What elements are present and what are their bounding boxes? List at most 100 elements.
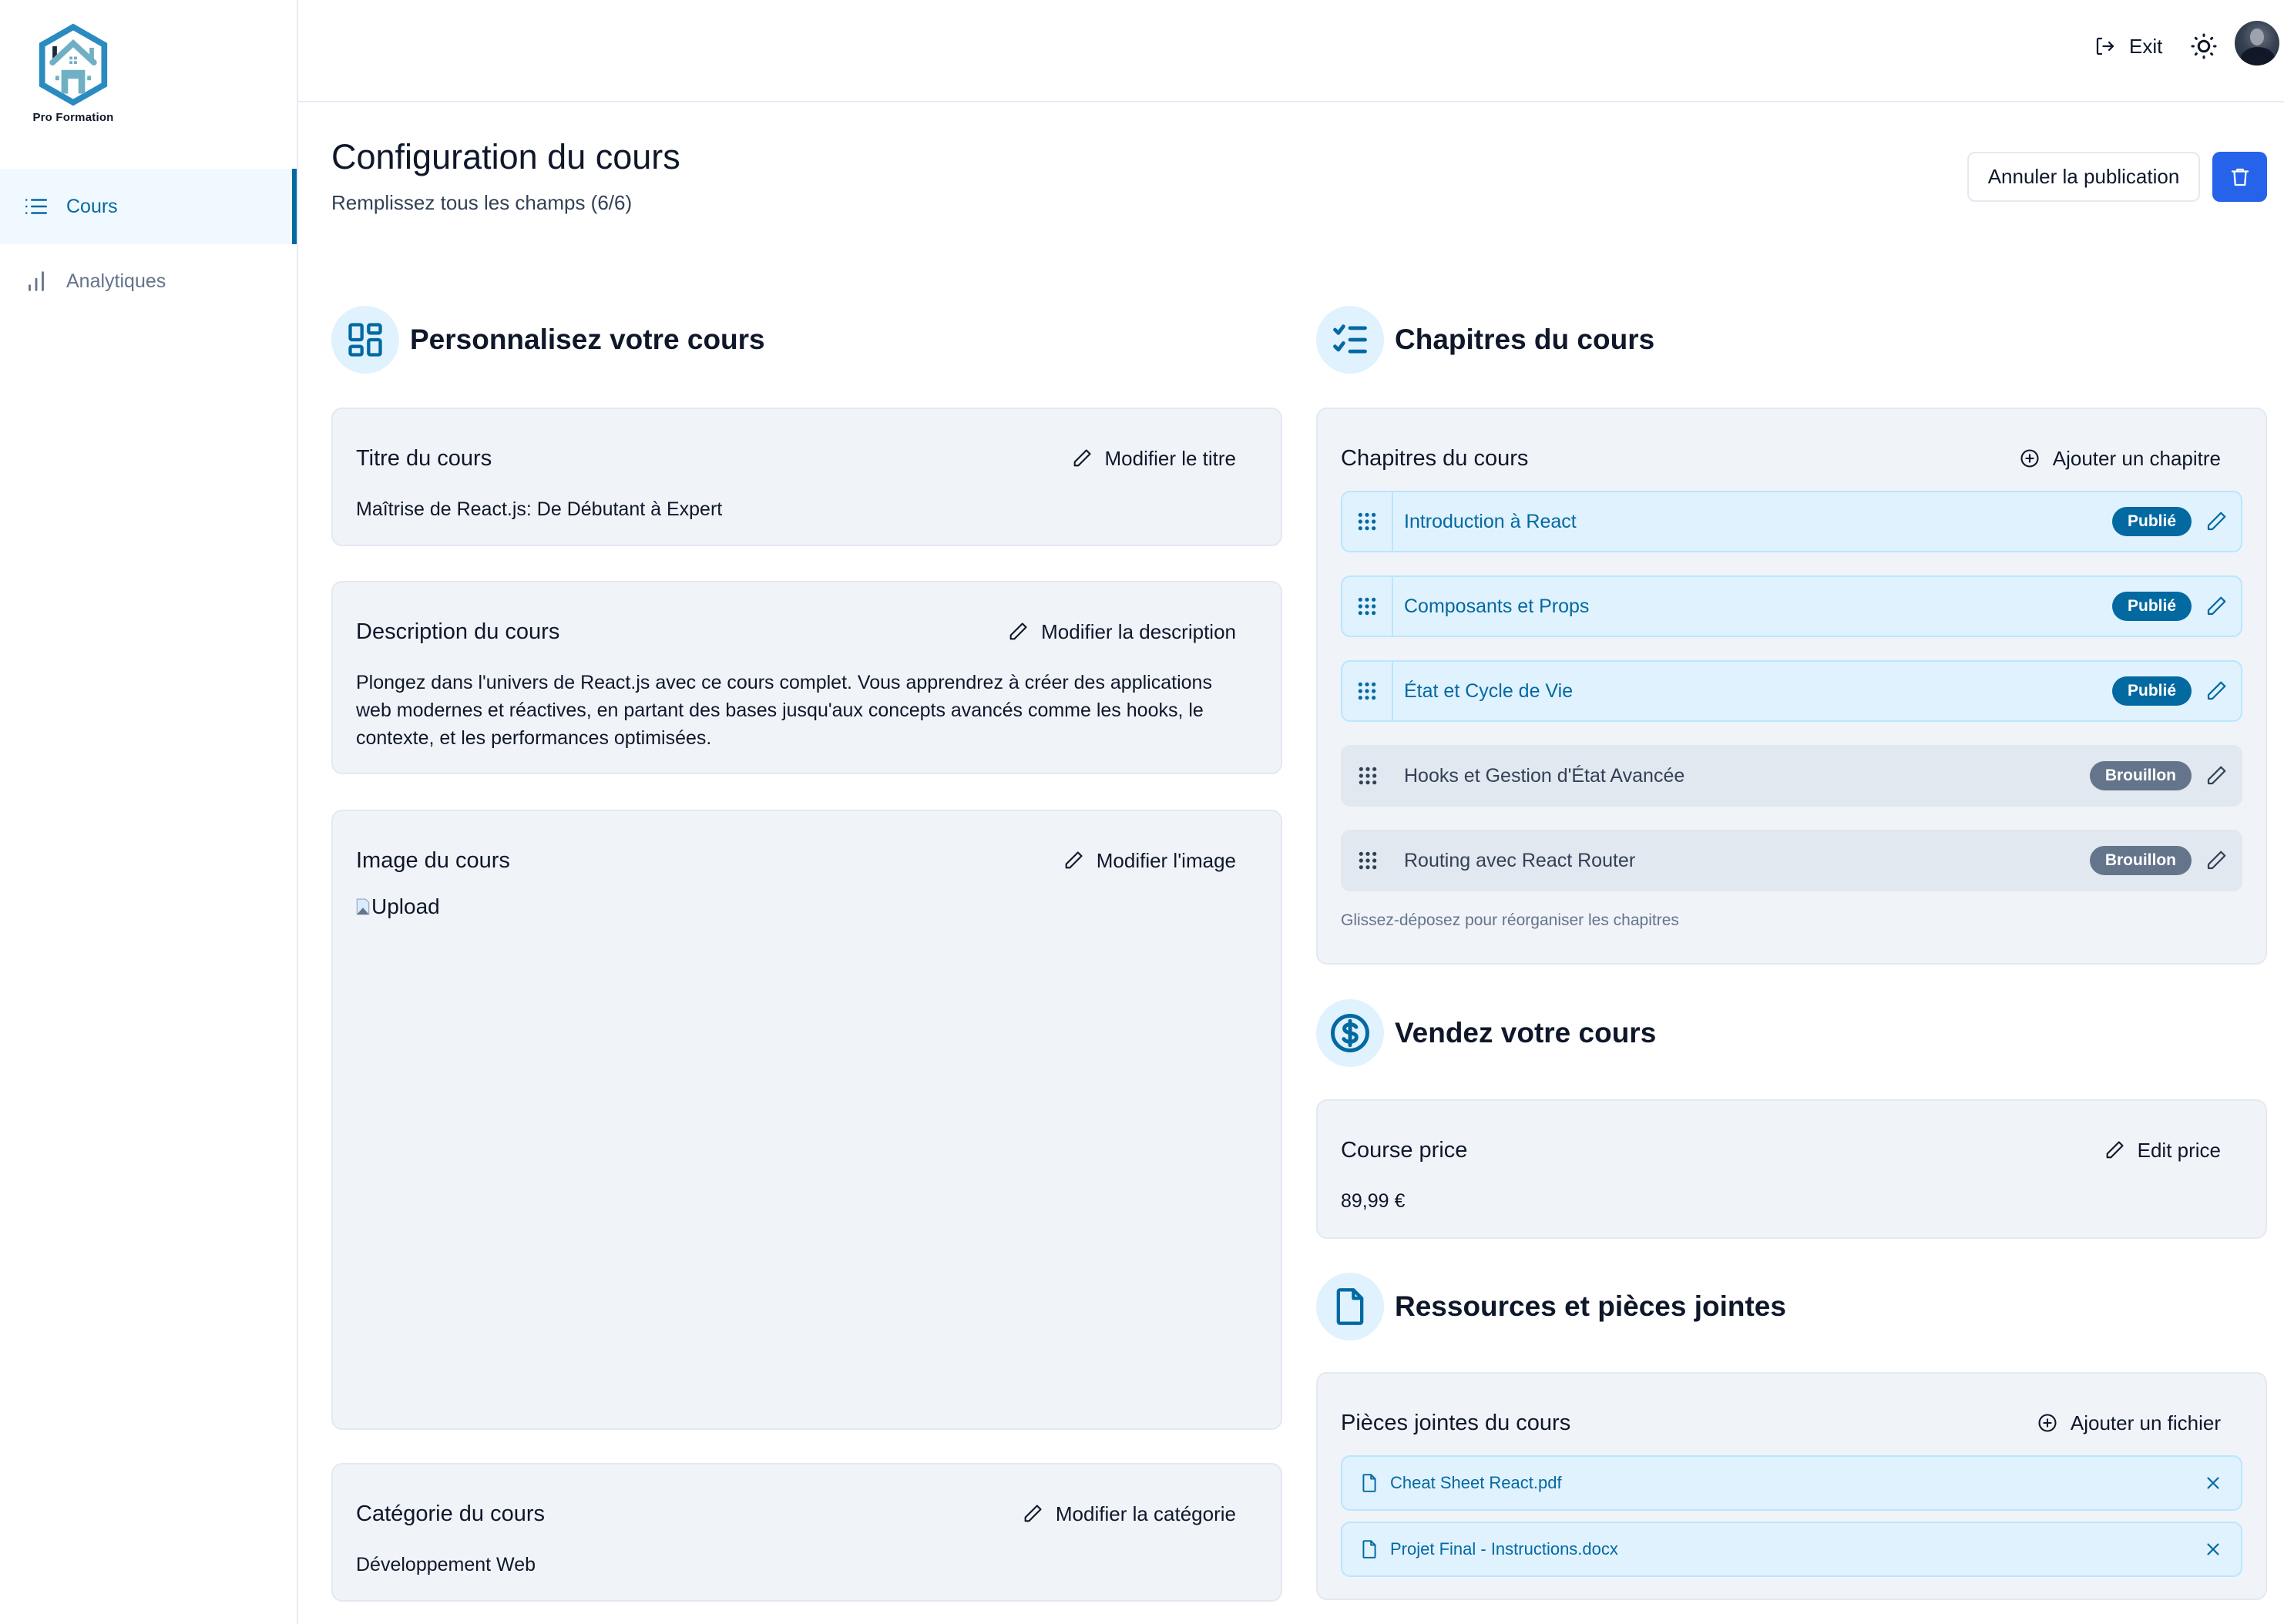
chapter-row[interactable]: État et Cycle de Vie Publié xyxy=(1341,660,2242,722)
broken-image-icon xyxy=(356,898,370,915)
attachment-row[interactable]: Cheat Sheet React.pdf xyxy=(1341,1455,2242,1511)
card-title: Chapitres du cours xyxy=(1341,445,1529,471)
exit-label: Exit xyxy=(2129,34,2163,58)
grip-icon xyxy=(1359,767,1377,785)
sidebar-item-analytiques[interactable]: Analytiques xyxy=(0,243,297,319)
topbar xyxy=(298,0,2284,102)
edit-chapter-button[interactable] xyxy=(2202,762,2230,790)
edit-chapter-button[interactable] xyxy=(2202,847,2230,874)
page-title: Configuration du cours xyxy=(331,137,680,176)
category-card: Catégorie du cours Modifier la catégorie… xyxy=(331,1463,1282,1602)
edit-chapter-button[interactable] xyxy=(2202,677,2230,705)
course-title-value: Maîtrise de React.js: De Débutant à Expe… xyxy=(356,498,723,520)
pencil-icon xyxy=(1024,1505,1042,1522)
action-label: Modifier la catégorie xyxy=(1055,1502,1236,1525)
attachment-row[interactable]: Projet Final - Instructions.docx xyxy=(1341,1522,2242,1577)
grip-icon xyxy=(1358,682,1376,700)
add-chapter-button[interactable]: Ajouter un chapitre xyxy=(2019,447,2242,471)
course-image: Upload xyxy=(356,894,1258,919)
edit-chapter-button[interactable] xyxy=(2202,592,2230,620)
delete-course-button[interactable] xyxy=(2212,152,2267,202)
section-title: Personnalisez votre cours xyxy=(410,324,765,355)
pencil-icon xyxy=(2207,851,2226,870)
unpublish-button[interactable]: Annuler la publication xyxy=(1967,152,2200,202)
edit-chapter-button[interactable] xyxy=(2202,508,2230,535)
price-card: Course price Edit price 89,99 € xyxy=(1316,1099,2267,1239)
price-value: 89,99 € xyxy=(1341,1190,1406,1212)
card-title: Description du cours xyxy=(356,619,560,644)
edit-category-button[interactable]: Modifier la catégorie xyxy=(1022,1502,1258,1526)
status-badge: Publié xyxy=(2111,592,2192,621)
layout-dashboard-icon xyxy=(331,306,399,374)
chapter-list: Introduction à React Publié Composants et … xyxy=(1341,491,2242,891)
drag-handle[interactable] xyxy=(1342,577,1393,636)
section-title: Chapitres du cours xyxy=(1395,324,1655,355)
circle-dollar-icon xyxy=(1316,999,1384,1067)
sidebar-item-cours[interactable]: Cours xyxy=(0,169,297,244)
file-icon xyxy=(1362,1540,1376,1559)
edit-title-button[interactable]: Modifier le titre xyxy=(1071,447,1258,471)
section-header: Personnalisez votre cours xyxy=(331,306,1282,374)
brand-name: Pro Formation xyxy=(32,111,114,124)
close-icon xyxy=(2207,1477,2219,1489)
chapter-title[interactable]: Hooks et Gestion d'État Avancée xyxy=(1393,765,2090,787)
sun-icon xyxy=(2191,33,2217,59)
drag-handle[interactable] xyxy=(1342,831,1393,890)
drag-handle[interactable] xyxy=(1342,492,1393,551)
card-title: Catégorie du cours xyxy=(356,1501,546,1526)
chapter-title[interactable]: État et Cycle de Vie xyxy=(1393,680,2112,703)
grip-icon xyxy=(1359,851,1377,870)
attachment-name[interactable]: Cheat Sheet React.pdf xyxy=(1390,1473,2201,1493)
house-logo-icon xyxy=(39,23,108,106)
theme-toggle[interactable] xyxy=(2188,31,2219,62)
avatar-body xyxy=(2241,47,2275,65)
title-card: Titre du cours Modifier le titre Maîtris… xyxy=(331,408,1282,546)
plus-circle-icon xyxy=(2038,1414,2057,1432)
pencil-icon xyxy=(2207,596,2226,616)
drag-handle[interactable] xyxy=(1342,747,1393,805)
description-card: Description du cours Modifier la descrip… xyxy=(331,581,1282,774)
chapter-title[interactable]: Introduction à React xyxy=(1393,511,2112,533)
chapter-title[interactable]: Routing avec React Router xyxy=(1393,850,2090,872)
remove-attachment-button[interactable] xyxy=(2201,1471,2225,1495)
attachment-name[interactable]: Projet Final - Instructions.docx xyxy=(1390,1539,2201,1559)
image-alt-text: Upload xyxy=(371,894,440,918)
sidebar-item-label: Cours xyxy=(66,195,118,217)
action-label: Edit price xyxy=(2137,1138,2221,1162)
list-checks-icon xyxy=(1316,306,1384,374)
chapter-row[interactable]: Introduction à React Publié xyxy=(1341,491,2242,552)
brand-logo[interactable]: Pro Formation xyxy=(23,23,123,135)
list-icon xyxy=(23,193,49,220)
pencil-icon xyxy=(2106,1141,2124,1159)
edit-description-button[interactable]: Modifier la description xyxy=(1007,620,1258,644)
section-header: Chapitres du cours xyxy=(1316,306,2267,374)
chapter-row[interactable]: Routing avec React Router Brouillon xyxy=(1341,830,2242,891)
section-title: Ressources et pièces jointes xyxy=(1395,1290,1786,1322)
section-title: Vendez votre cours xyxy=(1395,1017,1657,1049)
chapter-row[interactable]: Hooks et Gestion d'État Avancée Brouillon xyxy=(1341,745,2242,807)
completion-status: Remplissez tous les champs (6/6) xyxy=(331,191,633,214)
status-badge: Brouillon xyxy=(2089,846,2192,875)
plus-circle-icon xyxy=(2020,449,2039,468)
remove-attachment-button[interactable] xyxy=(2201,1537,2225,1562)
action-label: Modifier le titre xyxy=(1104,446,1237,470)
section-header: Ressources et pièces jointes xyxy=(1316,1273,2267,1340)
chapter-row[interactable]: Composants et Props Publié xyxy=(1341,575,2242,637)
card-title: Titre du cours xyxy=(356,445,492,471)
pencil-icon xyxy=(1065,851,1083,869)
add-file-button[interactable]: Ajouter un fichier xyxy=(2037,1411,2242,1435)
trash-icon xyxy=(2231,168,2249,186)
category-value: Développement Web xyxy=(356,1554,536,1575)
exit-button[interactable]: Exit xyxy=(2094,29,2162,63)
pencil-icon xyxy=(1073,449,1091,467)
status-badge: Brouillon xyxy=(2089,761,2192,790)
drag-handle[interactable] xyxy=(1342,662,1393,720)
course-description-value: Plongez dans l'univers de React.js avec … xyxy=(356,672,1212,749)
edit-price-button[interactable]: Edit price xyxy=(2104,1139,2242,1163)
file-icon xyxy=(1362,1474,1376,1492)
card-title: Course price xyxy=(1341,1137,1468,1163)
edit-image-button[interactable]: Modifier l'image xyxy=(1063,849,1258,873)
user-avatar[interactable] xyxy=(2235,21,2279,65)
card-title: Image du cours xyxy=(356,847,510,873)
chapter-title[interactable]: Composants et Props xyxy=(1393,596,2112,618)
